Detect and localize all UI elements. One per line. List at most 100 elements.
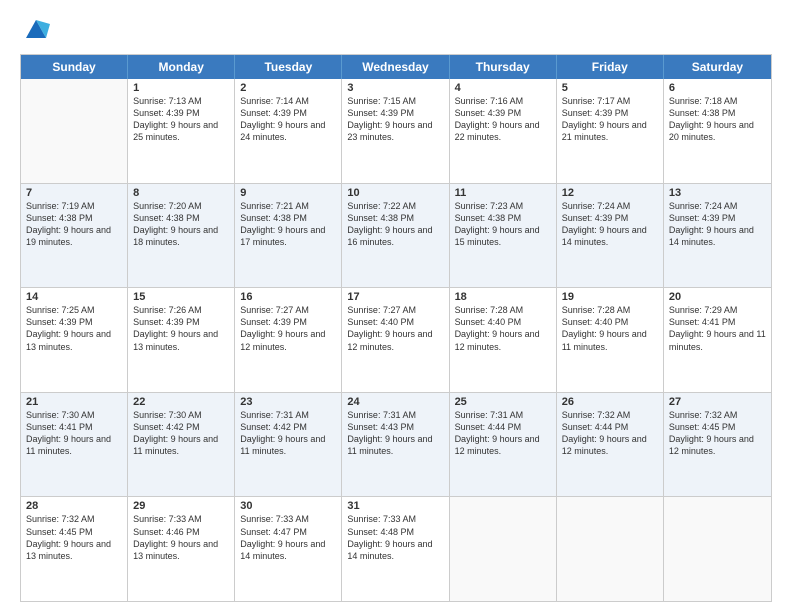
sunrise-text: Sunrise: 7:25 AM [26, 304, 122, 316]
header-day-thursday: Thursday [450, 55, 557, 79]
sunset-text: Sunset: 4:47 PM [240, 526, 336, 538]
calendar-day-11: 11Sunrise: 7:23 AMSunset: 4:38 PMDayligh… [450, 184, 557, 288]
sunrise-text: Sunrise: 7:30 AM [133, 409, 229, 421]
daylight-text: Daylight: 9 hours and 11 minutes. [133, 433, 229, 457]
sunrise-text: Sunrise: 7:32 AM [26, 513, 122, 525]
calendar-week-3: 14Sunrise: 7:25 AMSunset: 4:39 PMDayligh… [21, 288, 771, 393]
sunset-text: Sunset: 4:39 PM [133, 107, 229, 119]
day-number: 25 [455, 396, 551, 408]
sunrise-text: Sunrise: 7:20 AM [133, 200, 229, 212]
logo [20, 16, 50, 44]
calendar-week-1: 1Sunrise: 7:13 AMSunset: 4:39 PMDaylight… [21, 79, 771, 184]
calendar-week-2: 7Sunrise: 7:19 AMSunset: 4:38 PMDaylight… [21, 184, 771, 289]
sunset-text: Sunset: 4:45 PM [669, 421, 766, 433]
calendar-day-15: 15Sunrise: 7:26 AMSunset: 4:39 PMDayligh… [128, 288, 235, 392]
header [20, 16, 772, 44]
sunset-text: Sunset: 4:39 PM [240, 107, 336, 119]
header-day-sunday: Sunday [21, 55, 128, 79]
daylight-text: Daylight: 9 hours and 11 minutes. [562, 328, 658, 352]
sunset-text: Sunset: 4:43 PM [347, 421, 443, 433]
day-number: 30 [240, 500, 336, 512]
day-number: 9 [240, 187, 336, 199]
calendar-day-17: 17Sunrise: 7:27 AMSunset: 4:40 PMDayligh… [342, 288, 449, 392]
sunset-text: Sunset: 4:39 PM [669, 212, 766, 224]
sunset-text: Sunset: 4:48 PM [347, 526, 443, 538]
calendar-day-18: 18Sunrise: 7:28 AMSunset: 4:40 PMDayligh… [450, 288, 557, 392]
calendar-day-7: 7Sunrise: 7:19 AMSunset: 4:38 PMDaylight… [21, 184, 128, 288]
sunset-text: Sunset: 4:39 PM [455, 107, 551, 119]
day-number: 3 [347, 82, 443, 94]
sunset-text: Sunset: 4:42 PM [240, 421, 336, 433]
calendar-day-13: 13Sunrise: 7:24 AMSunset: 4:39 PMDayligh… [664, 184, 771, 288]
day-number: 29 [133, 500, 229, 512]
day-number: 10 [347, 187, 443, 199]
sunrise-text: Sunrise: 7:17 AM [562, 95, 658, 107]
sunrise-text: Sunrise: 7:33 AM [133, 513, 229, 525]
calendar-day-29: 29Sunrise: 7:33 AMSunset: 4:46 PMDayligh… [128, 497, 235, 601]
header-day-monday: Monday [128, 55, 235, 79]
day-number: 20 [669, 291, 766, 303]
daylight-text: Daylight: 9 hours and 23 minutes. [347, 119, 443, 143]
sunrise-text: Sunrise: 7:30 AM [26, 409, 122, 421]
sunrise-text: Sunrise: 7:26 AM [133, 304, 229, 316]
daylight-text: Daylight: 9 hours and 16 minutes. [347, 224, 443, 248]
calendar-week-5: 28Sunrise: 7:32 AMSunset: 4:45 PMDayligh… [21, 497, 771, 601]
day-number: 28 [26, 500, 122, 512]
day-number: 17 [347, 291, 443, 303]
sunset-text: Sunset: 4:38 PM [240, 212, 336, 224]
sunrise-text: Sunrise: 7:31 AM [455, 409, 551, 421]
header-day-tuesday: Tuesday [235, 55, 342, 79]
calendar-day-23: 23Sunrise: 7:31 AMSunset: 4:42 PMDayligh… [235, 393, 342, 497]
sunrise-text: Sunrise: 7:29 AM [669, 304, 766, 316]
calendar-day-30: 30Sunrise: 7:33 AMSunset: 4:47 PMDayligh… [235, 497, 342, 601]
daylight-text: Daylight: 9 hours and 13 minutes. [26, 328, 122, 352]
calendar-day-20: 20Sunrise: 7:29 AMSunset: 4:41 PMDayligh… [664, 288, 771, 392]
day-number: 4 [455, 82, 551, 94]
daylight-text: Daylight: 9 hours and 24 minutes. [240, 119, 336, 143]
sunrise-text: Sunrise: 7:19 AM [26, 200, 122, 212]
daylight-text: Daylight: 9 hours and 17 minutes. [240, 224, 336, 248]
sunrise-text: Sunrise: 7:15 AM [347, 95, 443, 107]
daylight-text: Daylight: 9 hours and 19 minutes. [26, 224, 122, 248]
sunrise-text: Sunrise: 7:31 AM [240, 409, 336, 421]
sunset-text: Sunset: 4:40 PM [347, 316, 443, 328]
day-number: 24 [347, 396, 443, 408]
sunset-text: Sunset: 4:38 PM [455, 212, 551, 224]
header-day-friday: Friday [557, 55, 664, 79]
daylight-text: Daylight: 9 hours and 12 minutes. [455, 328, 551, 352]
header-day-wednesday: Wednesday [342, 55, 449, 79]
calendar-empty-cell [664, 497, 771, 601]
day-number: 1 [133, 82, 229, 94]
day-number: 8 [133, 187, 229, 199]
day-number: 31 [347, 500, 443, 512]
calendar-day-9: 9Sunrise: 7:21 AMSunset: 4:38 PMDaylight… [235, 184, 342, 288]
calendar-day-21: 21Sunrise: 7:30 AMSunset: 4:41 PMDayligh… [21, 393, 128, 497]
calendar-empty-cell [557, 497, 664, 601]
sunrise-text: Sunrise: 7:27 AM [240, 304, 336, 316]
sunrise-text: Sunrise: 7:33 AM [347, 513, 443, 525]
daylight-text: Daylight: 9 hours and 11 minutes. [240, 433, 336, 457]
calendar-header: SundayMondayTuesdayWednesdayThursdayFrid… [21, 55, 771, 79]
daylight-text: Daylight: 9 hours and 13 minutes. [26, 538, 122, 562]
day-number: 7 [26, 187, 122, 199]
day-number: 22 [133, 396, 229, 408]
header-day-saturday: Saturday [664, 55, 771, 79]
sunrise-text: Sunrise: 7:18 AM [669, 95, 766, 107]
sunset-text: Sunset: 4:38 PM [133, 212, 229, 224]
sunset-text: Sunset: 4:39 PM [133, 316, 229, 328]
daylight-text: Daylight: 9 hours and 12 minutes. [347, 328, 443, 352]
sunrise-text: Sunrise: 7:14 AM [240, 95, 336, 107]
daylight-text: Daylight: 9 hours and 25 minutes. [133, 119, 229, 143]
calendar-day-24: 24Sunrise: 7:31 AMSunset: 4:43 PMDayligh… [342, 393, 449, 497]
daylight-text: Daylight: 9 hours and 13 minutes. [133, 328, 229, 352]
sunrise-text: Sunrise: 7:16 AM [455, 95, 551, 107]
sunset-text: Sunset: 4:40 PM [455, 316, 551, 328]
calendar-empty-cell [450, 497, 557, 601]
calendar-day-27: 27Sunrise: 7:32 AMSunset: 4:45 PMDayligh… [664, 393, 771, 497]
sunset-text: Sunset: 4:39 PM [562, 107, 658, 119]
calendar-day-26: 26Sunrise: 7:32 AMSunset: 4:44 PMDayligh… [557, 393, 664, 497]
day-number: 5 [562, 82, 658, 94]
day-number: 12 [562, 187, 658, 199]
daylight-text: Daylight: 9 hours and 11 minutes. [669, 328, 766, 352]
sunrise-text: Sunrise: 7:28 AM [562, 304, 658, 316]
